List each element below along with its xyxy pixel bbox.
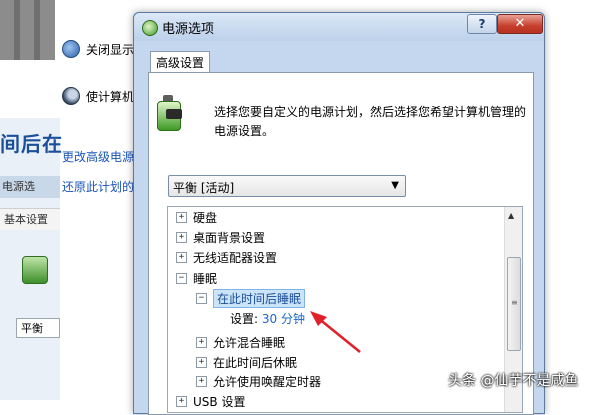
annotation-arrow-icon [310,311,361,353]
watermark: 头条 @仙芋不是咸鱼 [448,373,579,389]
